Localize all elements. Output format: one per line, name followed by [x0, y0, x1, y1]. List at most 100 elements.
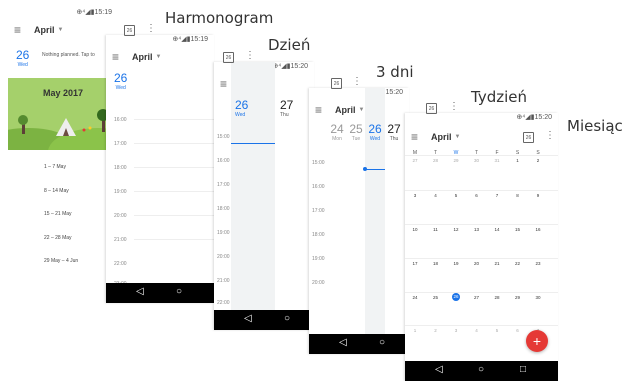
day-cell[interactable]: 4 — [467, 328, 487, 333]
empty-note[interactable]: Nothing planned. Tap to — [42, 52, 95, 58]
day-cell[interactable]: 10 — [405, 227, 425, 232]
menu-icon[interactable]: ≡ — [14, 23, 34, 37]
week-item[interactable]: 29 May – 4 Jun — [44, 258, 78, 264]
month-title[interactable]: April — [431, 132, 452, 142]
day-header[interactable]: 24 Mon — [329, 122, 345, 142]
day-cell[interactable]: 17 — [405, 261, 425, 266]
day-cell[interactable]: 27 — [405, 158, 425, 163]
more-options-icon[interactable]: ⋮ — [245, 50, 255, 61]
day-cell[interactable]: 3 — [446, 328, 466, 333]
back-icon[interactable]: ◁ — [339, 337, 347, 348]
time-label: 16:00 — [217, 158, 230, 164]
banner-title: May 2017 — [42, 88, 84, 98]
week-item[interactable]: 22 – 28 May — [44, 235, 72, 241]
time-label: 17:00 — [217, 182, 230, 188]
day-cell[interactable]: 30 — [467, 158, 487, 163]
day-cell[interactable]: 8 — [508, 193, 528, 198]
day-cell[interactable]: 14 — [487, 227, 507, 232]
day-cell[interactable]: 1 — [508, 158, 528, 163]
week-item[interactable]: 8 – 14 May — [44, 188, 69, 194]
day-cell[interactable]: 11 — [426, 227, 446, 232]
today-calendar-icon[interactable]: 26 — [124, 25, 135, 36]
today-calendar-icon[interactable]: 26 — [331, 78, 342, 89]
day-header[interactable]: 27 Thu — [280, 98, 293, 118]
status-bar: ⊕⁴◢▮15:20 — [272, 63, 308, 70]
month-title[interactable]: April — [132, 52, 153, 62]
month-title[interactable]: April — [335, 105, 356, 115]
day-cell[interactable]: 26 — [452, 293, 460, 301]
day-cell[interactable]: 6 — [508, 328, 528, 333]
back-icon[interactable]: ◁ — [244, 313, 252, 324]
nav-bar: ◁ ○ — [214, 310, 314, 330]
label-3-days: 3 dni — [376, 63, 414, 81]
grid-line — [134, 119, 214, 120]
day-cell[interactable]: 5 — [487, 328, 507, 333]
today-calendar-icon[interactable]: 26 — [426, 103, 437, 114]
label-day: Dzień — [268, 36, 311, 54]
month-title[interactable]: April — [34, 25, 55, 35]
day-header[interactable]: 27 Thu — [386, 122, 402, 142]
chevron-down-icon: ▼ — [155, 54, 162, 60]
day-cell[interactable]: 6 — [467, 193, 487, 198]
day-header[interactable]: 26 Wed — [235, 98, 248, 118]
status-bar: ⊕⁴◢▮15:20 — [516, 114, 552, 121]
day-cell[interactable]: 5 — [446, 193, 466, 198]
day-cell[interactable]: 30 — [528, 295, 548, 300]
more-options-icon[interactable]: ⋮ — [449, 101, 459, 112]
day-cell[interactable]: 25 — [426, 295, 446, 300]
more-options-icon[interactable]: ⋮ — [352, 76, 362, 87]
day-header[interactable]: 25 Tue — [348, 122, 364, 142]
day-cell[interactable]: 28 — [426, 158, 446, 163]
day-cell[interactable]: 20 — [467, 261, 487, 266]
day-cell[interactable]: 27 — [467, 295, 487, 300]
time-label: 16:00 — [312, 184, 325, 190]
day-cell[interactable]: 15 — [508, 227, 528, 232]
day-cell[interactable]: 2 — [528, 158, 548, 163]
chevron-down-icon: ▼ — [358, 107, 365, 113]
recent-apps-icon[interactable]: □ — [520, 364, 526, 375]
day-cell[interactable]: 1 — [405, 328, 425, 333]
back-icon[interactable]: ◁ — [435, 364, 443, 375]
home-icon[interactable]: ○ — [176, 286, 182, 297]
day-header[interactable]: 26 Wed — [367, 122, 383, 142]
day-cell[interactable]: 21 — [487, 261, 507, 266]
menu-icon[interactable]: ≡ — [411, 130, 431, 144]
day-cell[interactable]: 23 — [528, 261, 548, 266]
day-cell[interactable]: 29 — [446, 158, 466, 163]
day-cell[interactable]: 22 — [508, 261, 528, 266]
grid-line — [134, 143, 214, 144]
day-cell[interactable]: 9 — [528, 193, 548, 198]
day-cell[interactable]: 7 — [487, 193, 507, 198]
chevron-down-icon: ▼ — [57, 27, 64, 33]
week-item[interactable]: 1 – 7 May — [44, 164, 66, 170]
home-icon[interactable]: ○ — [284, 313, 290, 324]
label-week: Tydzień — [471, 88, 528, 106]
add-event-button[interactable]: + — [526, 330, 548, 352]
phone-month: ⊕⁴◢▮15:20 ≡ April ▼ 26 ⋮ M T W T F S S 27 28 29 30… — [405, 113, 558, 381]
day-cell[interactable]: 13 — [467, 227, 487, 232]
day-cell[interactable]: 2 — [426, 328, 446, 333]
today-calendar-icon[interactable]: 26 — [223, 52, 234, 63]
home-icon[interactable]: ○ — [379, 337, 385, 348]
back-icon[interactable]: ◁ — [136, 286, 144, 297]
day-cell[interactable]: 19 — [446, 261, 466, 266]
menu-icon[interactable]: ≡ — [315, 103, 335, 117]
time-label: 19:00 — [114, 189, 127, 195]
more-options-icon[interactable]: ⋮ — [146, 23, 156, 34]
day-cell[interactable]: 24 — [405, 295, 425, 300]
day-cell[interactable]: 29 — [508, 295, 528, 300]
day-cell[interactable]: 12 — [446, 227, 466, 232]
time-label: 20:00 — [114, 213, 127, 219]
home-icon[interactable]: ○ — [478, 364, 484, 375]
week-item[interactable]: 15 – 21 May — [44, 211, 72, 217]
today-calendar-icon[interactable]: 26 — [523, 132, 534, 143]
day-cell[interactable]: 4 — [426, 193, 446, 198]
day-cell[interactable]: 18 — [426, 261, 446, 266]
day-cell[interactable]: 16 — [528, 227, 548, 232]
day-cell[interactable]: 3 — [405, 193, 425, 198]
day-cell[interactable]: 28 — [487, 295, 507, 300]
more-options-icon[interactable]: ⋮ — [545, 130, 555, 141]
date-badge: 26 Wed — [16, 48, 30, 68]
day-cell[interactable]: 31 — [487, 158, 507, 163]
menu-icon[interactable]: ≡ — [112, 50, 132, 64]
